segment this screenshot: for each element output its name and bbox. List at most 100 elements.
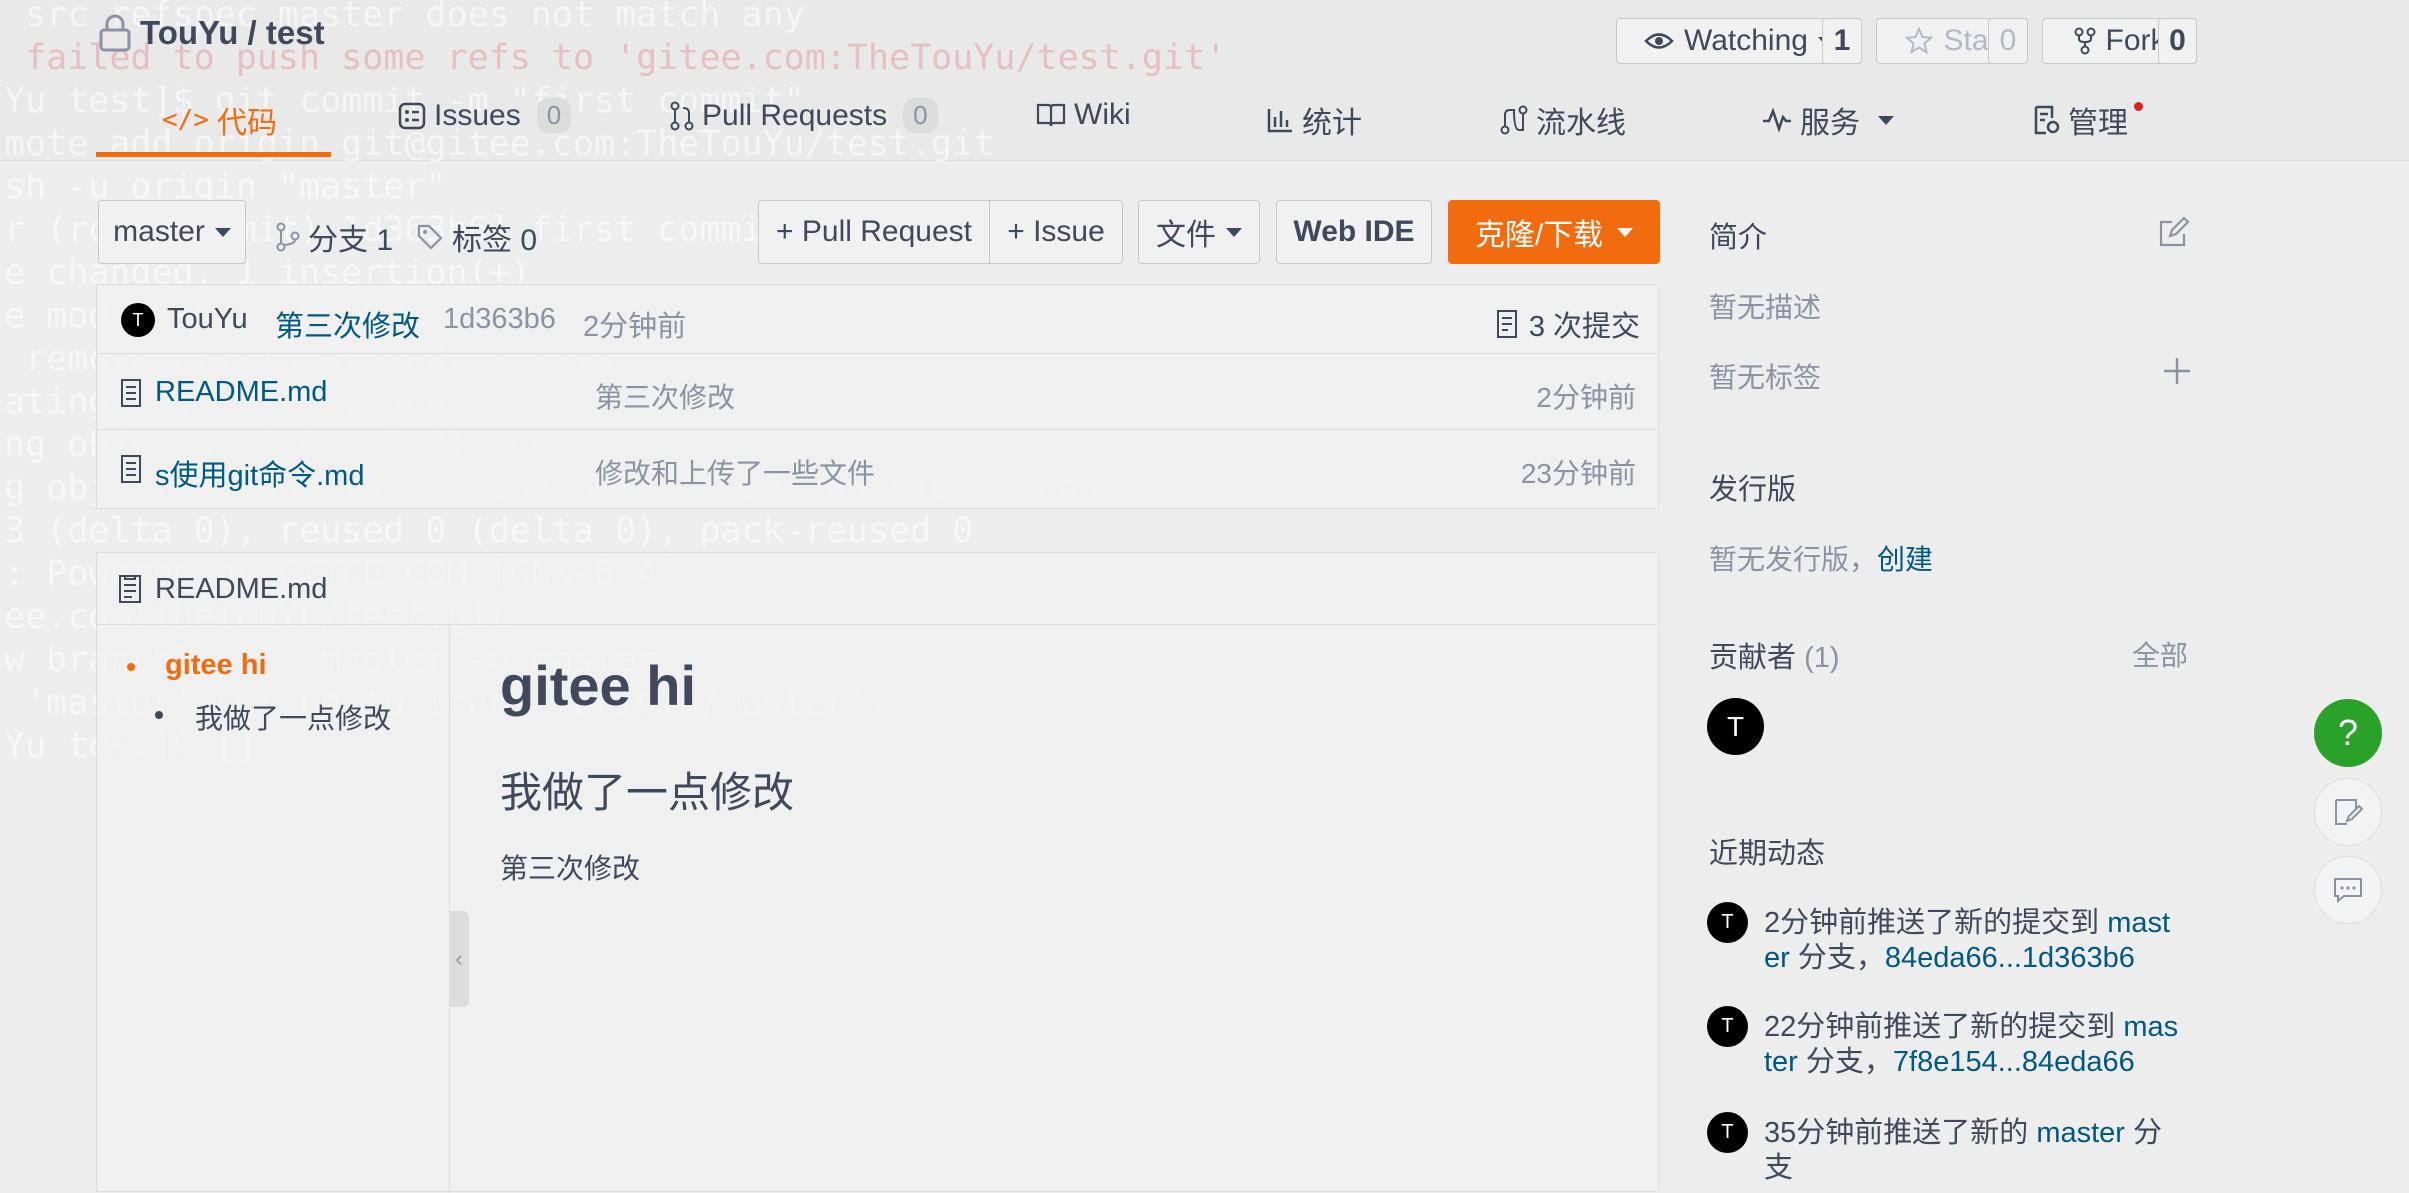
edit-icon[interactable] — [2158, 216, 2190, 248]
commit-author[interactable]: TouYu — [167, 303, 248, 336]
create-release-link[interactable]: 创建 — [1877, 544, 1933, 575]
file-icon — [121, 379, 141, 407]
contributors-label: 贡献者 — [1709, 642, 1797, 674]
all-contributors-link[interactable]: 全部 — [2132, 634, 2188, 674]
avatar[interactable]: T — [1707, 698, 1764, 755]
lock-icon — [99, 14, 131, 52]
activity-branch-link[interactable]: ter — [1764, 1046, 1798, 1078]
file-commit-message[interactable]: 第三次修改 — [595, 376, 735, 416]
contributors-count: (1) — [1804, 642, 1840, 674]
tab-code[interactable]: </> 代码 — [162, 98, 277, 142]
toc-item[interactable]: 我做了一点修改 — [195, 697, 391, 737]
fork-count[interactable]: 0 — [2158, 18, 2197, 64]
toc-item-active[interactable]: gitee hi — [165, 649, 267, 682]
tab-pull-requests[interactable]: Pull Requests 0 — [670, 98, 938, 133]
new-issue-button[interactable]: + Issue — [989, 200, 1123, 264]
repo-owner-link[interactable]: TouYu — [140, 14, 238, 51]
tab-code-label: 代码 — [216, 107, 277, 140]
activity-text: 35分钟前推送了新的 — [1764, 1117, 2037, 1149]
chat-icon — [2334, 878, 2362, 904]
collapse-toc-handle[interactable]: ‹ — [449, 911, 469, 1007]
tab-issues-label: Issues — [434, 98, 521, 132]
tab-services[interactable]: 服务 — [1762, 98, 1894, 142]
book-icon — [1036, 103, 1066, 127]
activity-branch-link[interactable]: mas — [2123, 1011, 2178, 1043]
chat-button[interactable] — [2314, 856, 2382, 924]
latest-commit-row: T TouYu 第三次修改 1d363b6 2分钟前 3 次提交 — [97, 285, 1658, 353]
help-button[interactable]: ? — [2314, 699, 2382, 767]
commits-count-link[interactable]: 3 次提交 — [1495, 303, 1640, 345]
settings-doc-icon — [2034, 105, 2060, 135]
edit-form-icon — [2335, 799, 2363, 825]
toc-bullet — [155, 711, 163, 719]
activity-compare-link[interactable]: 7f8e154...84eda66 — [1893, 1046, 2135, 1078]
feedback-button[interactable] — [2314, 778, 2382, 846]
toc-bullet — [127, 663, 135, 671]
avatar[interactable]: T — [121, 303, 155, 337]
web-ide-button[interactable]: Web IDE — [1276, 200, 1432, 264]
file-name-link[interactable]: s使用git命令.md — [155, 452, 364, 494]
file-name-link[interactable]: README.md — [155, 376, 327, 409]
pipeline-icon — [1500, 105, 1528, 135]
tags-label: 标签 0 — [452, 224, 538, 257]
terminal-line: 3 (delta 0), reused 0 (delta 0), pack-re… — [4, 511, 974, 551]
readme-h1: gitee hi — [500, 654, 697, 717]
activity-branch-link[interactable]: mast — [2107, 907, 2170, 939]
activity-branch-link[interactable]: master — [2036, 1117, 2125, 1149]
star-count[interactable]: 0 — [1988, 18, 2028, 64]
activity-compare-link[interactable]: 84eda66...1d363b6 — [1885, 942, 2135, 974]
file-commit-message[interactable]: 修改和上传了一些文件 — [595, 452, 875, 492]
no-description: 暂无描述 — [1709, 292, 1822, 323]
contributors-title: 贡献者 (1) — [1709, 634, 1840, 676]
repo-name-link[interactable]: test — [266, 14, 325, 51]
readme-title: README.md — [155, 573, 328, 605]
fork-label: Fork — [2105, 24, 2166, 57]
issues-count: 0 — [536, 98, 572, 133]
branch-select-value: master — [113, 215, 205, 248]
plus-icon[interactable] — [2162, 356, 2192, 386]
tab-manage-label: 管理 — [2068, 107, 2128, 140]
activity-branch-link[interactable]: er — [1764, 942, 1790, 974]
commit-hash[interactable]: 1d363b6 — [443, 303, 556, 336]
avatar[interactable]: T — [1707, 1006, 1748, 1047]
repo-title: TouYu / test — [98, 14, 325, 52]
file-list-panel: T TouYu 第三次修改 1d363b6 2分钟前 3 次提交 README.… — [96, 284, 1659, 509]
tags-link[interactable]: 标签 0 — [416, 215, 537, 259]
activity-text: 分 — [2124, 1117, 2163, 1149]
clone-download-button[interactable]: 克隆/下载 — [1448, 200, 1660, 264]
file-icon — [121, 455, 141, 483]
tab-stats-label: 统计 — [1302, 107, 1362, 140]
branches-link[interactable]: 分支 1 — [276, 215, 393, 259]
table-row[interactable]: README.md 第三次修改 2分钟前 — [97, 353, 1658, 429]
chevron-down-icon — [1617, 227, 1634, 237]
branch-select[interactable]: master — [98, 200, 246, 264]
activity-text: 分支， — [1789, 942, 1885, 974]
table-row[interactable]: s使用git命令.md 修改和上传了一些文件 23分钟前 — [97, 429, 1658, 509]
notification-dot — [2134, 102, 2143, 111]
bar-chart-icon — [1267, 109, 1292, 133]
no-tags: 暂无标签 — [1709, 362, 1822, 393]
tab-issues[interactable]: Issues 0 — [398, 98, 572, 133]
tab-services-label: 服务 — [1800, 107, 1860, 140]
tag-icon — [417, 224, 443, 250]
tab-pipeline[interactable]: 流水线 — [1500, 98, 1626, 142]
readme-icon — [119, 575, 141, 603]
tab-manage[interactable]: 管理 — [2032, 98, 2128, 142]
tab-wiki[interactable]: Wiki — [1036, 98, 1131, 132]
new-pull-request-button[interactable]: + Pull Request — [758, 200, 990, 264]
activity-text: 支 — [1764, 1152, 1794, 1184]
avatar[interactable]: T — [1707, 1112, 1748, 1153]
watch-count[interactable]: 1 — [1822, 18, 1862, 64]
release-title: 发行版 — [1709, 474, 1797, 506]
files-dropdown[interactable]: 文件 — [1138, 200, 1260, 264]
commits-count-label: 3 次提交 — [1528, 311, 1640, 343]
chevron-down-icon — [1878, 115, 1894, 125]
eye-icon — [1644, 33, 1674, 49]
active-tab-underline — [96, 152, 331, 157]
commit-message-link[interactable]: 第三次修改 — [275, 303, 420, 345]
readme-toc: gitee hi 我做了一点修改 ‹ — [97, 625, 469, 1193]
tab-wiki-label: Wiki — [1074, 98, 1131, 131]
avatar[interactable]: T — [1707, 902, 1748, 943]
readme-panel: README.md gitee hi 我做了一点修改 ‹ gitee hi 我做… — [96, 552, 1659, 1193]
tab-stats[interactable]: 统计 — [1266, 98, 1362, 142]
